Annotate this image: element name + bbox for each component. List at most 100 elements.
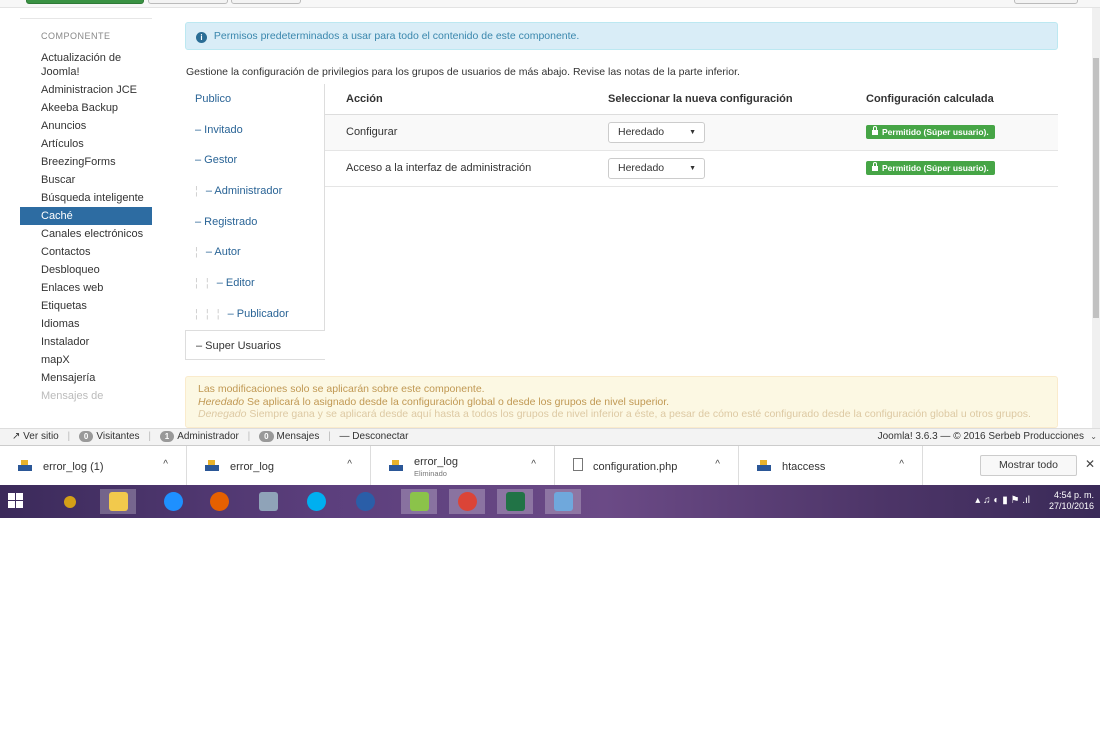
window-app-icon[interactable]	[545, 489, 581, 514]
download-item[interactable]: error_log ^	[187, 446, 371, 486]
show-all-button[interactable]: Mostrar todo	[980, 455, 1077, 476]
chrome-icon[interactable]	[449, 489, 485, 514]
sidebar-item-search[interactable]: Buscar	[20, 171, 152, 189]
music-app-icon[interactable]	[52, 489, 88, 514]
group-label: Publico	[195, 93, 232, 105]
cancel-button[interactable]	[231, 0, 301, 4]
sidebar-item-jce[interactable]: Administracion JCE	[20, 81, 152, 99]
external-link-icon: ↗	[12, 431, 21, 442]
tab-group-publisher[interactable]: ¦ ¦ ¦ – Publicador	[185, 298, 325, 330]
sidebar-item-newsfeeds[interactable]: Canales electrónicos	[20, 225, 152, 243]
tab-group-super-users[interactable]: – Super Usuarios	[185, 329, 325, 361]
visitors-link[interactable]: Visitantes	[96, 431, 139, 442]
tab-group-public[interactable]: Publico	[185, 84, 325, 115]
sidebar-item-banners[interactable]: Anuncios	[20, 117, 152, 135]
chevron-up-icon[interactable]: ^	[899, 459, 904, 470]
tab-group-guest[interactable]: – Invitado	[185, 114, 325, 146]
download-name: configuration.php	[593, 461, 678, 473]
file-icon	[757, 460, 771, 471]
lock-icon	[872, 126, 878, 135]
tab-group-editor[interactable]: ¦ ¦ – Editor	[185, 268, 325, 299]
sidebar-item-articles[interactable]: Artículos	[20, 135, 152, 153]
sidebar-item-contacts[interactable]: Contactos	[20, 243, 152, 261]
lock-icon	[872, 162, 878, 171]
note-line-3: Denegado Siempre gana y se aplicará desd…	[198, 408, 1045, 421]
excel-icon[interactable]	[497, 489, 533, 514]
chevron-down-icon[interactable]: ⌄	[1090, 429, 1097, 444]
group-label: – Invitado	[195, 123, 243, 136]
sidebar-item-mapx[interactable]: mapX	[20, 351, 152, 369]
internet-explorer-icon[interactable]	[155, 489, 191, 514]
notes-alert: Las modificaciones solo se aplicarán sob…	[185, 376, 1058, 428]
logout-link[interactable]: Desconectar	[352, 431, 408, 442]
sidebar-item-breezingforms[interactable]: BreezingForms	[20, 153, 152, 171]
download-status: Eliminado	[414, 469, 447, 478]
calculator-icon[interactable]	[250, 489, 286, 514]
system-tray[interactable]: ▴ ♫ ◐ ▮ ⚑ .ıl	[975, 495, 1030, 506]
document-icon	[573, 458, 583, 471]
group-label: – Gestor	[195, 154, 238, 167]
sidebar-item-cache[interactable]: Caché	[20, 207, 152, 225]
tab-group-author[interactable]: ¦ – Autor	[185, 237, 325, 269]
version-text: Joomla! 3.6.3 — © 2016 Serbeb Produccion…	[877, 431, 1084, 442]
sidebar-item-tags[interactable]: Etiquetas	[20, 297, 152, 315]
chevron-up-icon[interactable]: ^	[531, 459, 536, 470]
taskbar-clock[interactable]: 4:54 p. m. 27/10/2016	[1049, 490, 1094, 512]
table-row: Acceso a la interfaz de administración H…	[325, 150, 1058, 187]
scrollbar-thumb[interactable]	[1093, 58, 1099, 318]
sidebar-item-unlock[interactable]: Desbloqueo	[20, 261, 152, 279]
firefox-icon[interactable]	[201, 489, 237, 514]
calculated-cell: Permitido (Súper usuario).	[866, 150, 1058, 187]
download-item[interactable]: configuration.php ^	[555, 446, 739, 486]
help-button[interactable]	[1014, 0, 1078, 4]
tree-guide: ¦	[195, 307, 198, 320]
admins-link[interactable]: Administrador	[177, 431, 239, 442]
setting-select[interactable]: Heredado ▼	[608, 121, 705, 143]
sidebar-item-joomla-update[interactable]: Actualización de Joomla!	[20, 49, 152, 81]
page-scrollbar[interactable]	[1092, 8, 1100, 428]
sidebar-item-installer[interactable]: Instalador	[20, 333, 152, 351]
download-name: error_log	[230, 461, 275, 473]
globe-app-icon[interactable]	[347, 489, 383, 514]
tree-guide: ¦	[195, 185, 198, 198]
column-header-action: Acción	[325, 84, 608, 115]
download-name: error_log	[414, 456, 459, 468]
download-item[interactable]: error_log Eliminado ^	[371, 446, 555, 486]
chevron-up-icon[interactable]: ^	[163, 459, 168, 470]
page: COMPONENTE Actualización de Joomla! Admi…	[0, 0, 1100, 742]
save-button[interactable]	[26, 0, 144, 4]
sidebar-item-weblinks[interactable]: Enlaces web	[20, 279, 152, 297]
divider: |	[148, 431, 151, 442]
sidebar-item-akeeba[interactable]: Akeeba Backup	[20, 99, 152, 117]
messages-count-badge: 0	[259, 431, 274, 442]
download-item[interactable]: error_log (1) ^	[0, 446, 187, 486]
photos-app-icon[interactable]	[401, 489, 437, 514]
action-label: Configurar	[325, 114, 608, 151]
view-site-link[interactable]: Ver sitio	[23, 431, 59, 442]
sidebar-item-smart-search[interactable]: Búsqueda inteligente	[20, 189, 152, 207]
sidebar-item-languages[interactable]: Idiomas	[20, 315, 152, 333]
group-label: – Editor	[216, 277, 255, 290]
note-term-inherited: Heredado	[198, 395, 245, 408]
close-icon[interactable]: ✕	[1085, 457, 1095, 471]
group-label: – Registrado	[195, 215, 258, 228]
file-explorer-icon[interactable]	[100, 489, 136, 514]
component-sidebar: COMPONENTE Actualización de Joomla! Admi…	[20, 18, 152, 428]
download-item[interactable]: htaccess ^	[739, 446, 923, 486]
tab-group-manager[interactable]: – Gestor	[185, 145, 325, 177]
save-close-button[interactable]	[148, 0, 228, 4]
allowed-badge: Permitido (Súper usuario).	[866, 161, 995, 175]
setting-select[interactable]: Heredado ▼	[608, 157, 705, 179]
sidebar-item-messaging[interactable]: Mensajería	[20, 369, 152, 387]
admin-status-bar: ↗ Ver sitio | 0 Visitantes | 1 Administrad…	[0, 428, 1100, 445]
download-name: error_log (1)	[43, 461, 104, 473]
select-value: Heredado	[618, 161, 665, 174]
chevron-up-icon[interactable]: ^	[347, 459, 352, 470]
skype-icon[interactable]	[298, 489, 334, 514]
messages-link[interactable]: Mensajes	[277, 431, 320, 442]
tab-group-registered[interactable]: – Registrado	[185, 206, 325, 238]
sidebar-item-messages[interactable]: Mensajes de	[20, 387, 152, 405]
chevron-up-icon[interactable]: ^	[715, 459, 720, 470]
windows-start-icon[interactable]	[8, 493, 24, 509]
tab-group-administrator[interactable]: ¦ – Administrador	[185, 176, 325, 207]
